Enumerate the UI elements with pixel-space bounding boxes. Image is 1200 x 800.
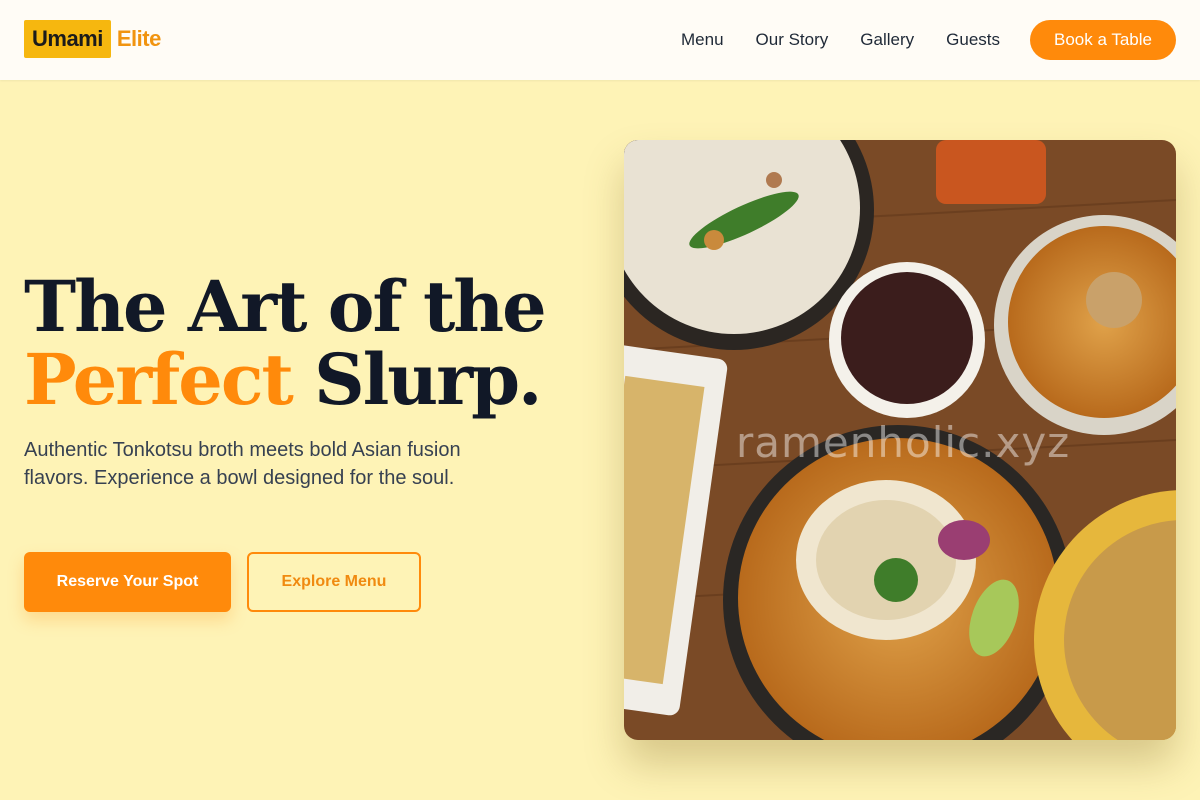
image-watermark: ramenholic.xyz <box>736 418 1071 467</box>
nav-link-gallery[interactable]: Gallery <box>860 30 914 50</box>
hero-title-accent: Perfect <box>24 338 294 421</box>
nav-link-guests[interactable]: Guests <box>946 30 1000 50</box>
hero-subtitle: Authentic Tonkotsu broth meets bold Asia… <box>24 439 461 489</box>
brand-logo[interactable]: Umami Elite <box>24 20 161 58</box>
top-navbar: Umami Elite Menu Our Story Gallery Guest… <box>0 0 1200 80</box>
nav-link-menu[interactable]: Menu <box>681 30 724 50</box>
logo-box-text: Umami <box>24 20 111 58</box>
hero-title-line2: Slurp. <box>314 338 542 421</box>
explore-menu-button[interactable]: Explore Menu <box>247 552 421 612</box>
hero-food-image: ramenholic.xyz <box>624 140 1176 740</box>
hero-title: The Art of the Perfect Slurp. <box>24 270 547 416</box>
book-table-button[interactable]: Book a Table <box>1030 20 1176 60</box>
nav-links: Menu Our Story Gallery Guests <box>649 0 1000 80</box>
logo-elite-text: Elite <box>116 26 161 51</box>
hero-title-line1: The Art of the <box>24 265 547 348</box>
nav-link-our-story[interactable]: Our Story <box>756 30 829 50</box>
reserve-spot-button[interactable]: Reserve Your Spot <box>24 552 231 612</box>
